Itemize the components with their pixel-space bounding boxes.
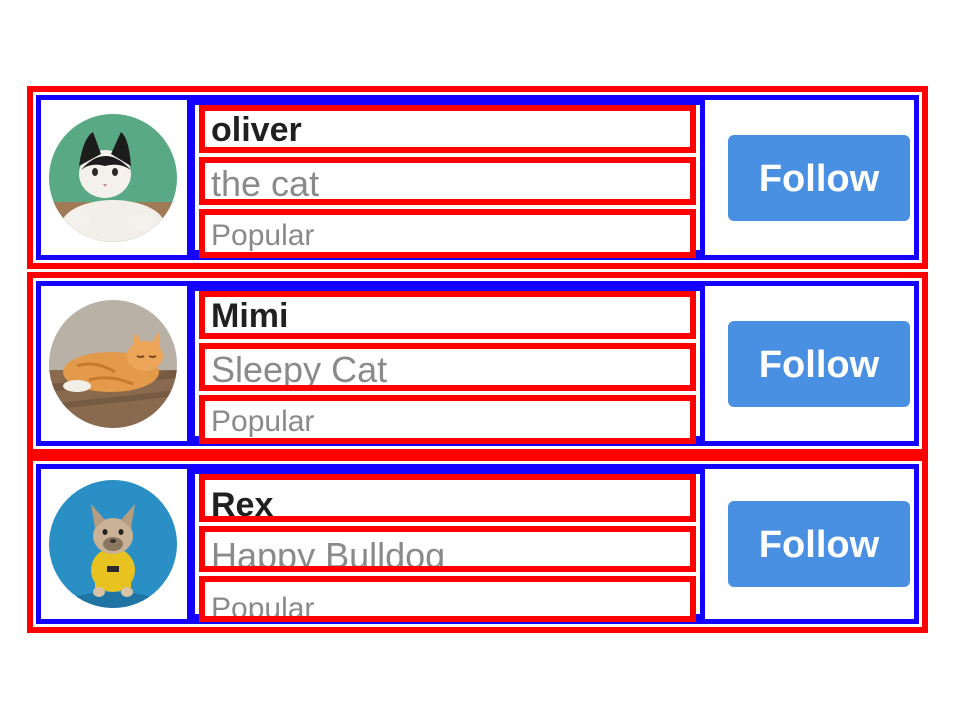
user-row-content: Rex Happy Bulldog Popular Follow [36,464,919,624]
cat-tuxedo-icon [49,113,177,242]
avatar[interactable] [49,480,177,608]
name-box: oliver [199,105,696,153]
follow-button[interactable]: Follow [728,134,910,221]
user-row-content: oliver the cat Popular Follow [36,95,919,260]
user-name: Rex [211,486,274,522]
french-bulldog-icon [49,480,177,608]
user-list: oliver the cat Popular Follow Mimi Sleep… [0,0,960,720]
name-box: Rex [199,474,696,522]
user-tag: Popular [211,219,315,252]
user-subtitle: Sleepy Cat [211,349,388,390]
user-subtitle: Happy Bulldog [211,535,446,572]
subtitle-box: the cat [199,157,696,205]
user-tag: Popular [211,405,315,438]
avatar-cell [41,100,191,255]
user-name: oliver [211,111,302,149]
avatar[interactable] [49,113,177,242]
name-box: Mimi [199,291,696,339]
user-name: Mimi [211,297,289,335]
user-text-column: oliver the cat Popular [191,100,705,258]
follow-button[interactable]: Follow [728,501,910,587]
user-row-content: Mimi Sleepy Cat Popular Follow [36,281,919,446]
user-tag: Popular [211,592,315,622]
tag-box: Popular [199,576,696,622]
follow-button[interactable]: Follow [728,320,910,407]
cat-orange-sleeping-icon [49,299,177,428]
subtitle-box: Sleepy Cat [199,343,696,391]
user-row: oliver the cat Popular Follow [27,86,928,269]
tag-box: Popular [199,209,696,258]
avatar-cell [41,286,191,441]
avatar[interactable] [49,299,177,428]
user-text-column: Rex Happy Bulldog Popular [191,469,705,622]
user-row: Rex Happy Bulldog Popular Follow [27,455,928,633]
user-text-column: Mimi Sleepy Cat Popular [191,286,705,444]
user-subtitle: the cat [211,163,320,204]
subtitle-box: Happy Bulldog [199,526,696,572]
user-row: Mimi Sleepy Cat Popular Follow [27,272,928,455]
tag-box: Popular [199,395,696,444]
avatar-cell [41,469,191,619]
